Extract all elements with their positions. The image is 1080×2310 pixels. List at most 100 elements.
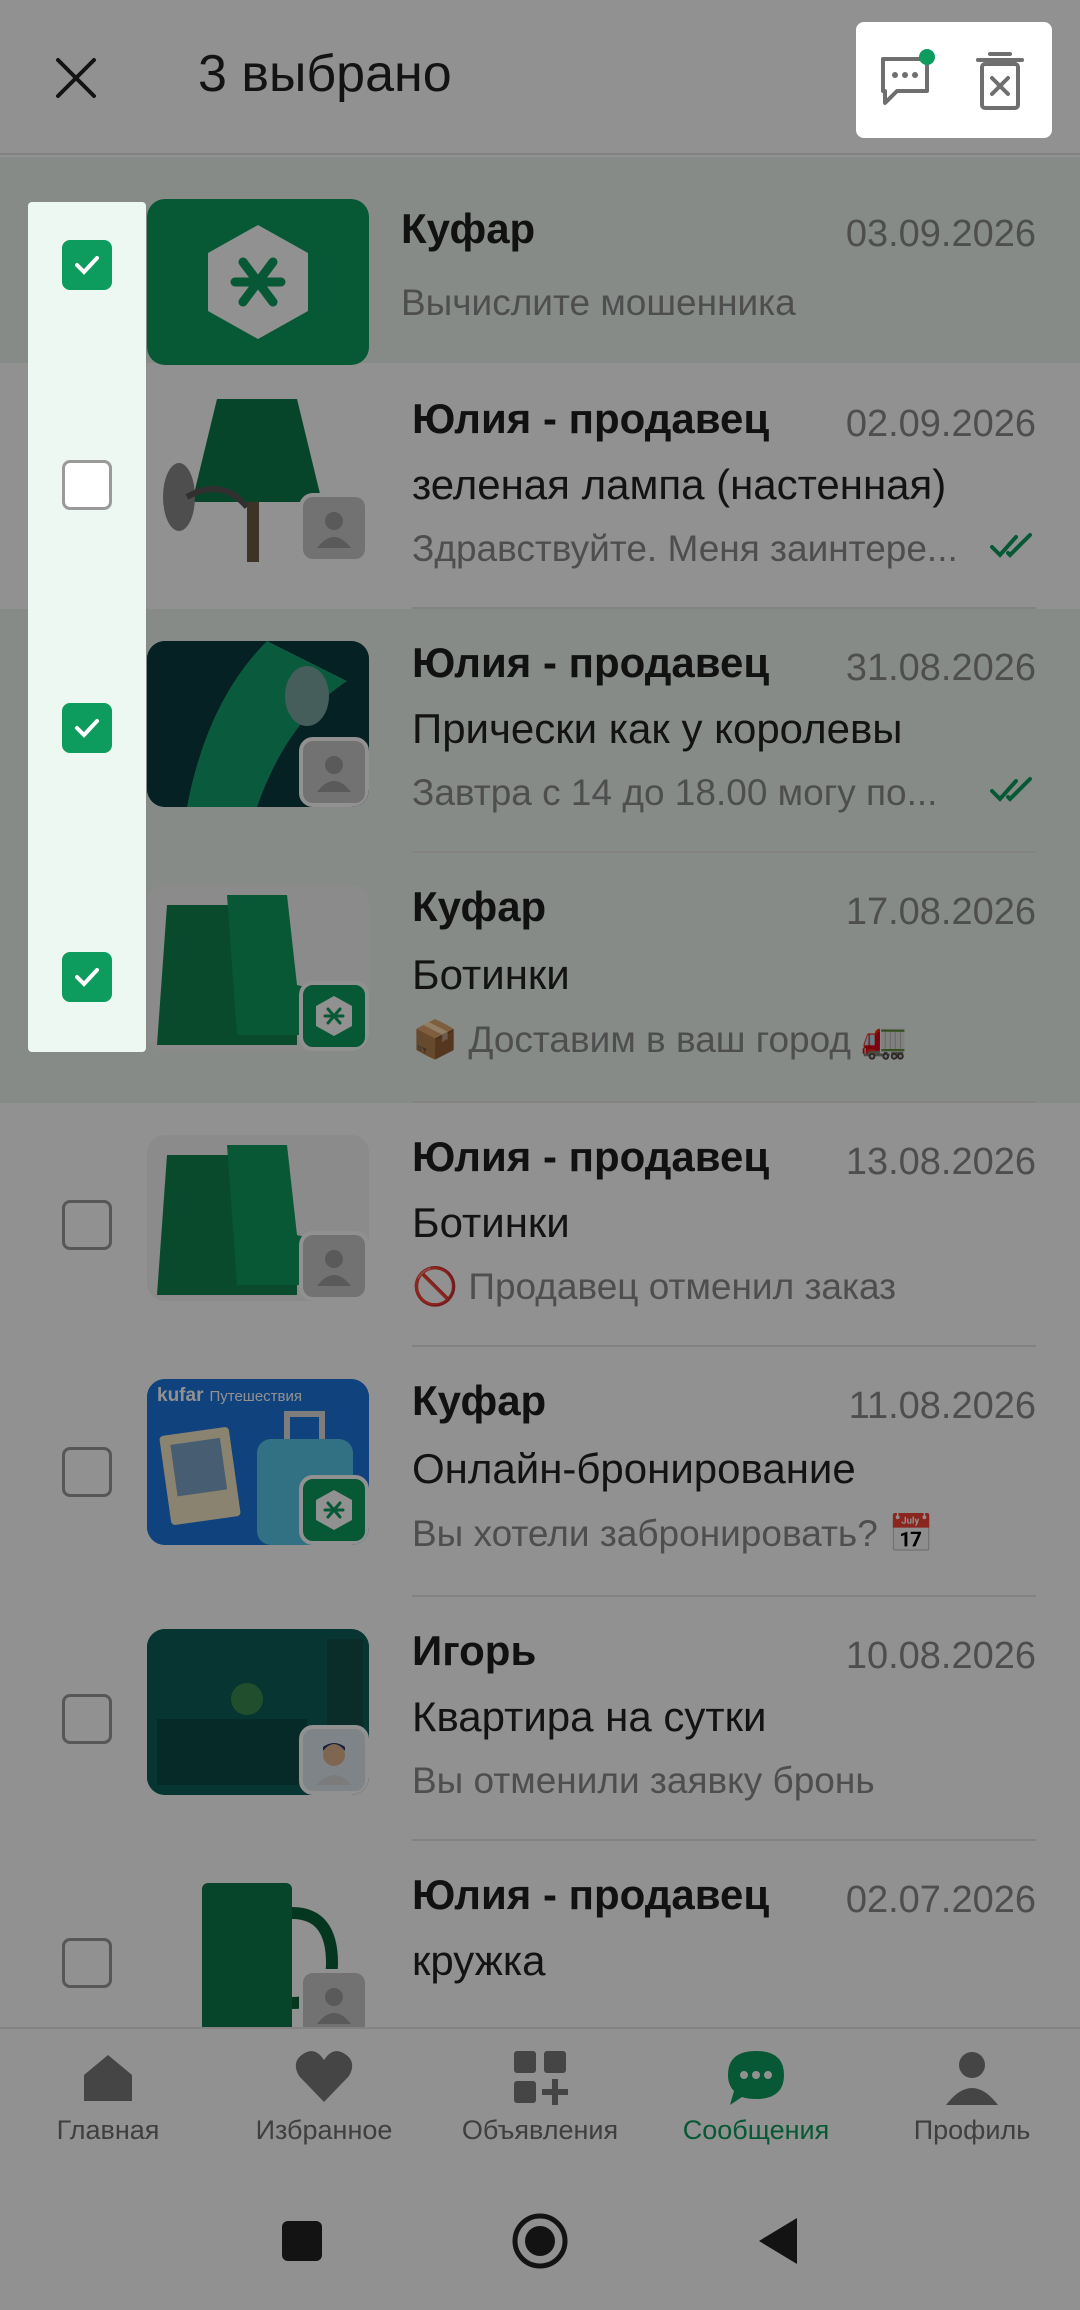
chat-date: 03.09.2026 (845, 213, 1036, 255)
chat-row[interactable]: Куфар 17.08.2026 Ботинки 📦 Доставим в ва… (0, 853, 1080, 1103)
chat-sender: Юлия - продавец (412, 1133, 770, 1180)
chat-subject: Ботинки (412, 951, 570, 998)
nav-label: Избранное (255, 2115, 393, 2145)
avatar-icon (317, 1743, 351, 1785)
chat-thumbnail (147, 397, 369, 563)
chat-date: 17.08.2026 (845, 891, 1036, 933)
travel-tag: Путешествия (209, 1387, 303, 1405)
user-icon (317, 1988, 351, 2024)
user-badge (299, 493, 369, 563)
double-check-icon (990, 533, 1032, 558)
square-icon (282, 2221, 322, 2261)
profile-icon (940, 2045, 1004, 2109)
delete-selected-button[interactable] (964, 44, 1036, 116)
chat-subject: Ботинки (412, 1199, 570, 1246)
highlight-checkbox-row-0 (28, 235, 146, 295)
chat-preview: Вы отменили заявку бронь (412, 1760, 875, 1801)
row-checkbox-slot (28, 1597, 146, 1841)
kufar-logo-icon (316, 1490, 352, 1530)
chat-preview: Завтра с 14 до 18.00 могу по... (412, 772, 938, 813)
chat-icon (724, 2045, 788, 2109)
chat-row[interactable]: Юлия - продавец 13.08.2026 Ботинки 🚫 Про… (0, 1103, 1080, 1347)
nav-messages[interactable]: Сообщения (648, 2039, 864, 2169)
chat-preview: 📦 Доставим в ваш город 🚛 (412, 1019, 908, 1060)
user-icon (317, 1250, 351, 1286)
row-checkbox[interactable] (62, 460, 112, 510)
new-message-button[interactable] (872, 44, 944, 116)
chat-sender: Куфар (412, 883, 547, 930)
chat-row[interactable]: Куфар 03.09.2026 Вычислите мошенника (0, 157, 1080, 365)
chat-row[interactable]: Юлия - продавец 31.08.2026 Прически как … (0, 609, 1080, 853)
system-navigation-bar (0, 2170, 1080, 2310)
chat-list[interactable]: Куфар 03.09.2026 Вычислите мошенника Юли… (0, 157, 1080, 2027)
chat-subject: Онлайн-бронирование (412, 1445, 856, 1492)
nav-home[interactable]: Главная (0, 2039, 216, 2169)
kufar-logo-icon (316, 996, 352, 1036)
nav-ads[interactable]: Объявления (432, 2039, 648, 2169)
user-icon (317, 756, 351, 792)
nav-profile[interactable]: Профиль (864, 2039, 1080, 2169)
kufar-logo-icon (208, 225, 308, 339)
chat-thumbnail (147, 885, 369, 1051)
row-checkbox[interactable] (62, 703, 112, 753)
home-icon (76, 2045, 140, 2109)
home-circle-icon (512, 2213, 568, 2269)
chat-thumbnail (147, 641, 369, 807)
bottom-navigation: Главная Избранное Объявления Сообщения П… (0, 2027, 1080, 2170)
highlight-checkbox-row-2 (28, 698, 146, 758)
ads-grid-icon (508, 2045, 572, 2109)
row-checkbox[interactable] (62, 1200, 112, 1250)
chat-sender: Юлия - продавец (412, 1871, 770, 1918)
nav-favorites[interactable]: Избранное (216, 2039, 432, 2169)
chat-row[interactable]: kufar Путешествия Куфар 11.08.2026 Онлай… (0, 1347, 1080, 1597)
check-icon (75, 256, 99, 275)
highlight-checkbox-row-3 (28, 947, 146, 1007)
chat-date: 02.09.2026 (845, 403, 1036, 445)
travel-thumb-caption: kufar Путешествия (157, 1385, 302, 1407)
nav-label: Профиль (913, 2115, 1031, 2145)
avatar-badge (299, 1725, 369, 1795)
row-checkbox[interactable] (62, 240, 112, 290)
chat-sender: Юлия - продавец (412, 639, 770, 686)
nav-label: Главная (56, 2115, 160, 2145)
heart-icon (292, 2045, 356, 2109)
chat-thumbnail (147, 1135, 369, 1301)
nav-label: Сообщения (682, 2115, 830, 2145)
user-icon (317, 512, 351, 548)
row-checkbox[interactable] (62, 1447, 112, 1497)
highlight-checkbox-row-1 (28, 455, 146, 515)
chat-row[interactable]: Юлия - продавец 02.09.2026 зеленая лампа… (0, 365, 1080, 609)
chat-subject: зеленая лампа (настенная) (412, 461, 947, 508)
back-button[interactable] (743, 2206, 813, 2276)
check-icon (75, 968, 99, 987)
chat-sender: Игорь (412, 1627, 537, 1674)
chat-subject: кружка (412, 1937, 546, 1984)
nav-label: Объявления (461, 2115, 619, 2145)
check-icon (75, 719, 99, 738)
close-selection-button[interactable] (36, 38, 116, 118)
recents-button[interactable] (267, 2206, 337, 2276)
chat-preview: 🚫 Продавец отменил заказ (412, 1266, 897, 1307)
home-button[interactable] (505, 2206, 575, 2276)
chat-subject: Прически как у королевы (412, 705, 903, 752)
highlighted-checkbox-column (28, 202, 146, 1052)
kufar-badge (299, 981, 369, 1051)
chat-preview: Вы хотели забронировать? 📅 (412, 1513, 935, 1554)
chat-subject: Квартира на сутки (412, 1693, 767, 1740)
row-checkbox-slot (28, 1347, 146, 1597)
user-badge (299, 1969, 369, 2027)
chat-date: 11.08.2026 (848, 1385, 1036, 1427)
row-checkbox[interactable] (62, 1938, 112, 1988)
chat-date: 13.08.2026 (845, 1141, 1036, 1183)
delete-trash-icon (976, 52, 1024, 110)
chat-sender: Юлия - продавец (412, 395, 770, 442)
app: 3 выбрано Куфар 03.09.2026 Вычислите мош… (0, 0, 1080, 2310)
row-checkbox[interactable] (62, 952, 112, 1002)
close-icon (56, 58, 96, 98)
chat-thumbnail (147, 1629, 369, 1795)
chat-row[interactable]: Юлия - продавец 02.07.2026 кружка (0, 1841, 1080, 2027)
row-checkbox[interactable] (62, 1694, 112, 1744)
selection-count-title: 3 выбрано (198, 45, 452, 103)
chat-sender: Куфар (401, 205, 536, 252)
chat-row[interactable]: Игорь 10.08.2026 Квартира на сутки Вы от… (0, 1597, 1080, 1841)
